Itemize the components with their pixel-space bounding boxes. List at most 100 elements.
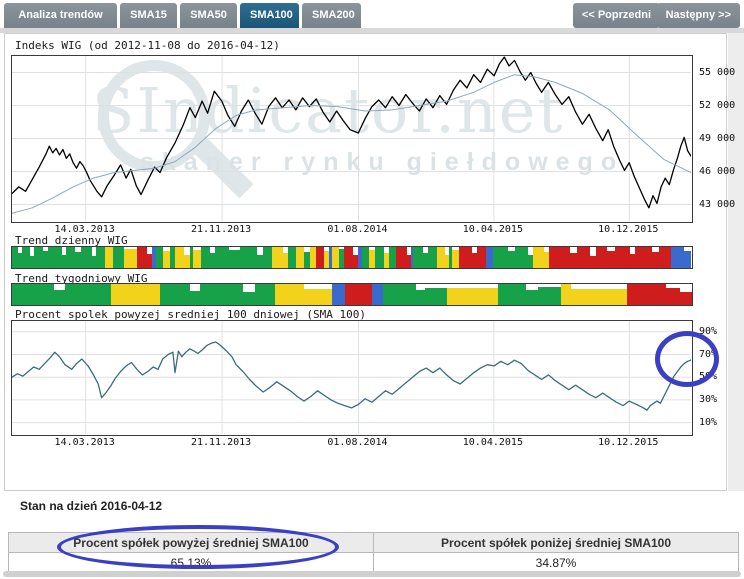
trend-segment-yellow-neutral (105, 247, 113, 268)
trend-segment-blue-signal (332, 284, 345, 305)
trend-segment-yellow-neutral (193, 250, 200, 268)
trend-segment-red-down (627, 284, 667, 305)
trend-segment-green-up (255, 284, 275, 305)
trend-segment-green-up (508, 251, 515, 268)
percent-chart-svg (12, 321, 691, 434)
weekly-trend-strip (11, 283, 693, 306)
top-tab-bar: << Poprzedni Następny >> Analiza trendów… (0, 3, 744, 28)
trend-segment-green-up (54, 290, 66, 305)
trend-segment-yellow-neutral (571, 289, 626, 305)
trend-segment-red-down (549, 247, 570, 268)
trend-segment-blue-signal (671, 247, 684, 268)
y-tick-label: 46 000 (699, 166, 735, 177)
trend-segment-green-up (498, 284, 526, 305)
trend-segment-green-up (383, 284, 417, 305)
trend-segment-blue-signal (372, 284, 383, 305)
trend-segment-green-up (428, 247, 436, 268)
x-tick-label: 14.03.2013 (55, 437, 115, 448)
trend-segment-green-up (375, 247, 384, 268)
trend-segment-green-up (526, 290, 538, 305)
trend-segment-red-down (477, 247, 486, 268)
trend-segment-yellow-neutral (332, 247, 339, 268)
x-tick-label: 01.08.2014 (327, 224, 387, 235)
tab-sma15[interactable]: SMA15 (120, 3, 177, 28)
trend-segment-red-down (635, 247, 652, 268)
y-tick-label: 43 000 (699, 199, 735, 210)
footer-bar (3, 571, 741, 577)
trend-segment-green-up (12, 284, 54, 305)
status-heading: Stan na dzień 2016-04-12 (20, 499, 162, 513)
trend-segment-red-down (459, 247, 472, 268)
trend-segment-blue-signal (684, 251, 691, 268)
trend-segment-green-up (229, 250, 240, 268)
trend-segment-green-up (538, 287, 562, 305)
trend-segment-yellow-neutral (561, 284, 571, 305)
trend-segment-green-up (48, 247, 61, 268)
trend-segment-green-up (362, 247, 369, 268)
trend-segment-red-down (577, 247, 590, 268)
trend-segment-green-up (425, 288, 447, 305)
trend-segment-red-down (659, 247, 670, 268)
y-tick-label: 55 000 (699, 67, 735, 78)
x-tick-label: 21.11.2013 (191, 224, 251, 235)
page: << Poprzedni Następny >> Analiza trendów… (0, 0, 744, 579)
trend-segment-red-down (396, 247, 407, 268)
trend-segment-green-up (416, 290, 425, 305)
table-value-col2: 34.87% (374, 553, 739, 573)
trend-segment-green-up (200, 284, 243, 305)
next-button[interactable]: Następny >> (657, 3, 740, 28)
tab-sma200[interactable]: SMA200 (302, 3, 361, 28)
chart-panel: Indeks WIG (od 2012-11-08 do 2016-04-12)… (4, 33, 727, 491)
percent-above-sma-chart (11, 320, 693, 436)
trend-segment-yellow-neutral (437, 247, 445, 268)
trend-segment-yellow-neutral (175, 247, 184, 268)
trend-segment-red-down (596, 247, 607, 268)
trend-segment-yellow-neutral (111, 284, 160, 305)
tab-sma50[interactable]: SMA50 (180, 3, 237, 28)
y-tick-label: 30% (699, 394, 717, 405)
trend-segment-yellow-neutral (163, 251, 170, 268)
trend-segment-yellow-neutral (447, 288, 498, 305)
tab-analiza-trend-w[interactable]: Analiza trendów (4, 3, 117, 28)
trend-segment-green-up (160, 284, 190, 305)
trend-segment-red-down (345, 284, 372, 305)
tab-sma100[interactable]: SMA100 (240, 3, 299, 28)
y-tick-label: 52 000 (699, 100, 735, 111)
trend-segment-green-up (96, 247, 104, 268)
previous-button[interactable]: << Poprzedni (573, 3, 660, 28)
trend-segment-red-down (344, 247, 353, 268)
table-header-col2: Procent spółek poniżej średniej SMA100 (374, 533, 739, 553)
y-tick-label: 49 000 (699, 133, 735, 144)
trend-segment-yellow-neutral (272, 247, 283, 268)
trend-segment-yellow-neutral (452, 250, 459, 268)
x-tick-label: 10.04.2015 (463, 224, 523, 235)
trend-segment-red-down (666, 288, 680, 305)
trend-segment-green-up (113, 247, 124, 268)
trend-segment-green-up (413, 247, 422, 268)
wig-chart-svg (12, 56, 691, 221)
daily-trend-strip (11, 246, 693, 269)
trend-segment-green-up (263, 247, 272, 268)
trend-segment-red-down (680, 292, 692, 305)
trend-segment-green-up (288, 247, 295, 268)
trend-segment-green-up (22, 247, 29, 268)
x-tick-label: 01.08.2014 (327, 437, 387, 448)
trend-segment-green-up (34, 247, 43, 268)
trend-segment-yellow-neutral (296, 247, 304, 268)
trend-segment-red-down (652, 252, 659, 268)
trend-segment-red-down (570, 253, 577, 268)
y-tick-label: 10% (699, 417, 717, 428)
trend-segment-green-up (215, 247, 229, 268)
wig-price-chart: SIndicator.net skaner rynku giełdowego (11, 55, 693, 223)
trend-segment-green-up (66, 247, 74, 268)
trend-segment-green-up (201, 247, 210, 268)
ellipse-annotation-table (57, 525, 339, 569)
trend-segment-red-down (316, 247, 323, 268)
trend-segment-yellow-neutral (124, 249, 137, 268)
trend-segment-red-down (615, 247, 630, 268)
x-tick-label: 10.12.2015 (598, 224, 658, 235)
trend-segment-green-up (240, 247, 257, 268)
x-tick-label: 14.03.2013 (55, 224, 115, 235)
trend-segment-yellow-neutral (533, 247, 544, 268)
trend-segment-green-up (493, 247, 508, 268)
